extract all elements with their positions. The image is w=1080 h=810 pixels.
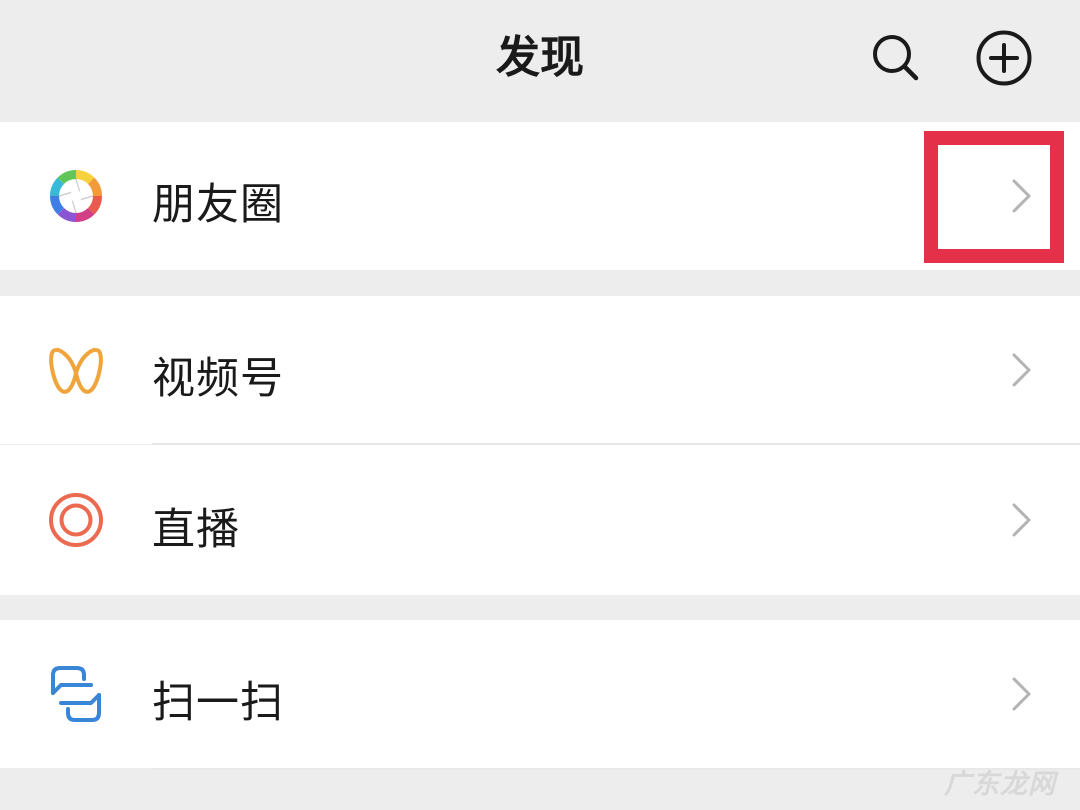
chevron-right-icon xyxy=(1004,348,1040,392)
chevron-right-icon xyxy=(1004,672,1040,716)
menu-item-moments[interactable]: 朋友圈 xyxy=(0,122,1080,270)
search-button[interactable] xyxy=(866,28,926,88)
top-bar: 发现 xyxy=(0,0,1080,120)
channels-icon xyxy=(44,338,108,402)
menu-item-label: 直播 xyxy=(152,505,240,555)
scan-icon xyxy=(44,662,108,726)
menu-item-live[interactable]: 直播 xyxy=(0,445,1080,595)
menu-item-scan[interactable]: 扫一扫 xyxy=(0,620,1080,768)
add-button[interactable] xyxy=(974,28,1034,88)
row-divider xyxy=(152,768,1080,770)
chevron-right-icon xyxy=(1004,174,1040,218)
menu-item-label: 扫一扫 xyxy=(152,678,284,728)
search-icon xyxy=(873,35,919,81)
menu-item-label: 视频号 xyxy=(152,354,284,404)
menu-item-label: 朋友圈 xyxy=(152,180,284,230)
live-icon xyxy=(44,488,108,552)
menu-item-channels[interactable]: 视频号 xyxy=(0,296,1080,444)
plus-circle-icon xyxy=(976,30,1032,86)
moments-aperture-icon xyxy=(44,164,108,228)
chevron-right-icon xyxy=(1004,498,1040,542)
